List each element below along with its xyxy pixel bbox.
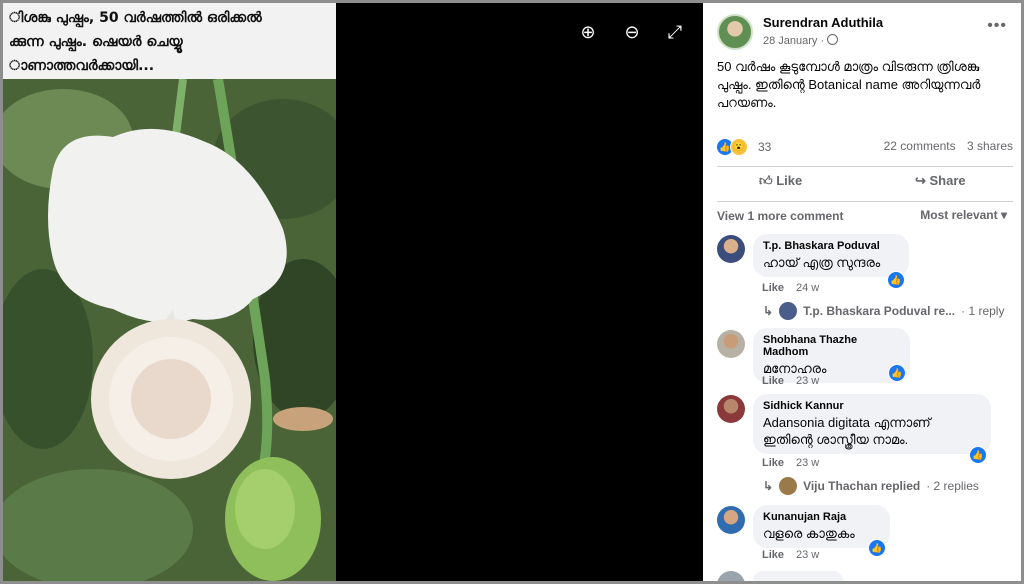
globe-icon [827,34,839,45]
comment-bubble: T.p. Bhaskara Poduval ഹായ് എത്ര സുന്ദരം [753,234,909,277]
post-date[interactable]: 28 January · [763,34,839,47]
more-options-icon[interactable]: ••• [987,17,1007,35]
reply-arrow-icon: ↳ [763,479,774,493]
comment-avatar[interactable] [717,235,745,263]
comment-time[interactable]: 23 w [796,375,819,387]
reply-author: Viju Thachan replied [803,479,921,493]
like-icon: 👍︎ [759,173,777,188]
comment-like-button[interactable]: Like [762,375,784,387]
caption-line: ിശങ്കു പുഷ്പം, 50 വർഷത്തിൽ ഒരിക്കൽ [9,10,262,26]
post-stats: 22 comments 3 shares [876,139,1013,153]
comment-actions: Like 23 w [762,375,819,387]
post-photo[interactable]: ിശങ്കു പുഷ്പം, 50 വർഷത്തിൽ ഒരിക്കൽ ക്കുന… [3,3,336,581]
post-text: 50 വർഷം കൂടുമ്പോൾ മാത്രം വിടരുന്ന ത്രിശങ… [717,59,981,110]
comment-actions: Like 23 w [762,549,819,561]
reaction-count: 33 [758,140,772,154]
comments-count[interactable]: 22 comments [884,139,956,153]
share-button[interactable]: ↪ Share [915,173,966,189]
reply-avatar [779,477,798,495]
divider [717,201,1013,202]
fullscreen-icon[interactable]: ⤢ [664,21,686,43]
comment-like-button[interactable]: Like [762,549,784,561]
wow-reaction-icon: 😮 [730,138,748,156]
reply-count: · 1 reply [961,304,1005,318]
post-date-text: 28 January · [763,35,825,47]
reply-author: T.p. Bhaskara Poduval re... [803,304,956,318]
comment-like-icon: 👍 [868,539,886,557]
comment-time[interactable]: 23 w [796,457,819,469]
reply-avatar [779,302,798,320]
comment-author[interactable]: T.p. Bhaskara Poduval [763,240,899,252]
view-more-comments-link[interactable]: View 1 more comment [717,209,844,223]
comment-bubble [753,571,843,581]
comment-sort-dropdown[interactable]: Most relevant ▾ [920,208,1007,222]
author-name[interactable]: Surendran Aduthila [763,15,883,30]
reply-arrow-icon: ↳ [763,304,774,318]
comment-author[interactable]: Kunanujan Raja [763,511,880,523]
like-button-label: Like [776,173,803,188]
comment-time[interactable]: 23 w [796,549,819,561]
comment-like-button[interactable]: Like [762,282,784,294]
reply-link[interactable]: ↳ T.p. Bhaskara Poduval re... · 1 reply [763,302,1004,320]
zoom-out-icon[interactable]: ⊖ [621,21,643,43]
like-button[interactable]: 👍︎ Like [759,173,802,189]
comment-avatar[interactable] [717,395,745,423]
comment-time[interactable]: 24 w [796,282,819,294]
comment-like-icon: 👍 [969,446,987,464]
comment-like-icon: 👍 [888,364,906,382]
comment-actions: Like 24 w [762,282,819,294]
divider [717,166,1013,167]
shares-count[interactable]: 3 shares [967,139,1013,153]
comment-like-button[interactable]: Like [762,457,784,469]
caption-line: ാണാത്തവർക്കായി... [9,58,155,74]
comment-author[interactable]: Sidhick Kannur [763,400,981,412]
share-icon: ↪ [915,173,930,188]
comment-author[interactable]: Shobhana Thazhe Madhom [763,334,900,358]
comment-text: Adansonia digitata എന്നാണ് ഇതിന്റെ ശാസ്ത… [763,415,931,447]
comment-avatar[interactable] [717,571,745,581]
comment-text: ഹായ് എത്ര സുന്ദരം [763,255,881,270]
reply-count: · 2 replies [926,479,979,493]
author-avatar[interactable] [717,14,753,50]
comment-like-icon: 👍 [887,271,905,289]
comment-actions: Like 23 w [762,457,819,469]
comment-bubble: Sidhick Kannur Adansonia digitata എന്നാണ… [753,394,991,454]
share-button-label: Share [929,173,966,188]
reply-link[interactable]: ↳ Viju Thachan replied · 2 replies [763,477,979,495]
flower-illustration [3,79,336,581]
zoom-in-icon[interactable]: ⊕ [577,21,599,43]
comment-avatar[interactable] [717,506,745,534]
comment-text: വളരെ കാതുകം [763,526,855,541]
caption-line: ക്കുന്ന പുഷ്പം. ഷെയർ ചെയ്യൂ [9,34,183,50]
post-panel: Surendran Aduthila 28 January · ••• 50 വ… [703,3,1021,581]
reactions-summary[interactable]: 👍 😮 33 [717,137,771,157]
comment-avatar[interactable] [717,330,745,358]
photo-caption: ിശങ്കു പുഷ്പം, 50 വർഷത്തിൽ ഒരിക്കൽ ക്കുന… [3,3,336,79]
